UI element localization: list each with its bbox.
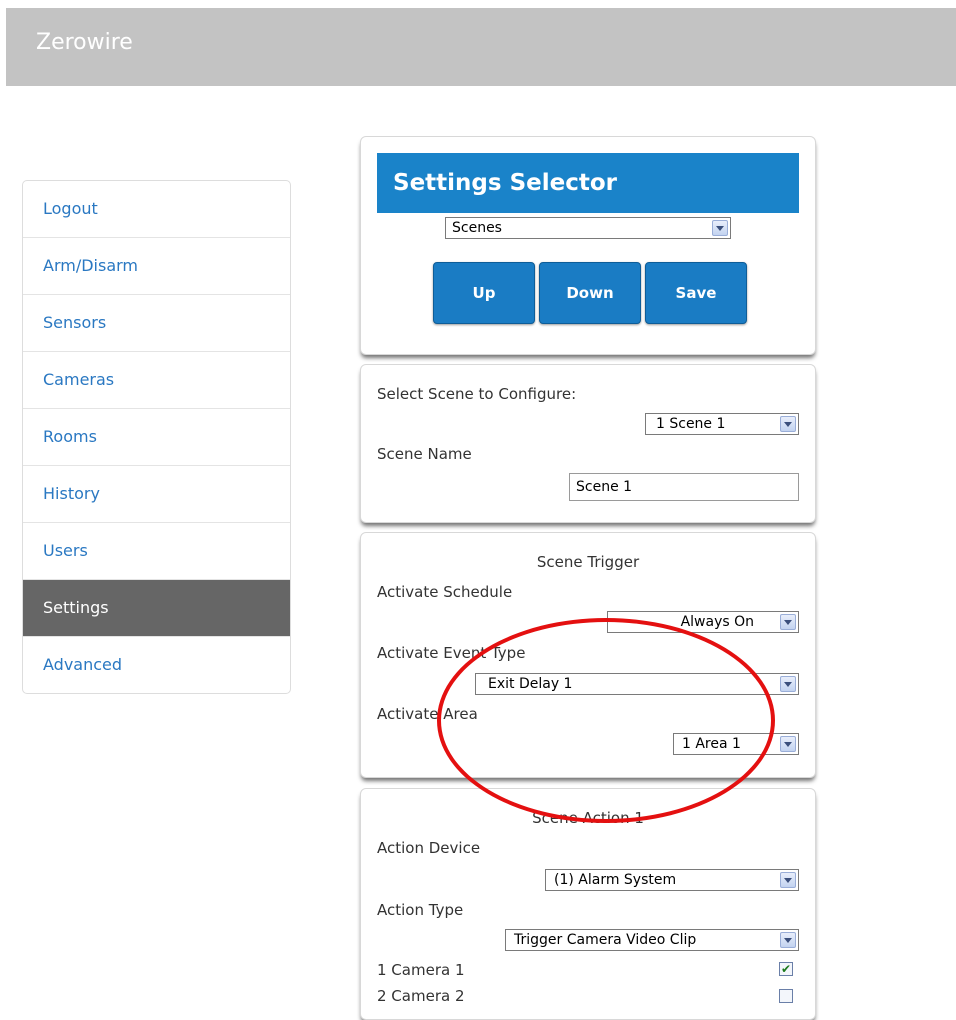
dropdown-arrow-icon [780, 416, 796, 432]
scene-action-heading: Scene Action 1 [532, 809, 644, 827]
activate-event-type-label: Activate Event Type [377, 644, 526, 662]
activate-event-type-value: Exit Delay 1 [488, 676, 573, 692]
activate-area-label: Activate Area [377, 705, 478, 723]
top-bar: Zerowire [6, 8, 956, 86]
activate-schedule-select[interactable]: Always On [607, 611, 799, 633]
camera-2-checkbox[interactable] [779, 989, 793, 1003]
camera-1-checkbox[interactable]: ✔ [779, 962, 793, 976]
sidebar-item-logout[interactable]: Logout [23, 181, 290, 237]
activate-event-type-select[interactable]: Exit Delay 1 [475, 673, 799, 695]
dropdown-arrow-icon [780, 932, 796, 948]
activate-area-value: 1 Area 1 [682, 736, 741, 752]
settings-selector-title: Settings Selector [377, 153, 799, 213]
sidebar-item-users[interactable]: Users [23, 522, 290, 579]
action-device-label: Action Device [377, 839, 481, 857]
scene-name-label: Scene Name [377, 445, 472, 463]
dropdown-arrow-icon [780, 614, 796, 630]
sidebar-item-cameras[interactable]: Cameras [23, 351, 290, 408]
sidebar-item-settings[interactable]: Settings [23, 579, 290, 636]
sidebar-item-arm-disarm[interactable]: Arm/Disarm [23, 237, 290, 294]
action-type-label: Action Type [377, 901, 464, 919]
scene-config-panel: Select Scene to Configure: 1 Scene 1 Sce… [360, 364, 816, 523]
scene-select-value: 1 Scene 1 [656, 416, 726, 432]
settings-category-value: Scenes [452, 220, 502, 236]
dropdown-arrow-icon [780, 676, 796, 692]
sidebar-item-history[interactable]: History [23, 465, 290, 522]
sidebar-nav: Logout Arm/Disarm Sensors Cameras Rooms … [22, 180, 291, 694]
dropdown-arrow-icon [780, 872, 796, 888]
action-type-select[interactable]: Trigger Camera Video Clip [505, 929, 799, 951]
action-device-select[interactable]: (1) Alarm System [545, 869, 799, 891]
sidebar-item-sensors[interactable]: Sensors [23, 294, 290, 351]
dropdown-arrow-icon [780, 736, 796, 752]
camera-2-label: 2 Camera 2 [377, 987, 465, 1005]
down-button[interactable]: Down [539, 262, 641, 324]
action-device-value: (1) Alarm System [554, 872, 677, 888]
action-type-value: Trigger Camera Video Clip [514, 932, 697, 948]
dropdown-arrow-icon [712, 220, 728, 236]
sidebar-item-advanced[interactable]: Advanced [23, 636, 290, 693]
scene-name-input[interactable]: Scene 1 [569, 473, 799, 501]
sidebar-item-rooms[interactable]: Rooms [23, 408, 290, 465]
scene-select[interactable]: 1 Scene 1 [645, 413, 799, 435]
activate-schedule-value: Always On [680, 614, 754, 630]
scene-trigger-heading: Scene Trigger [536, 553, 640, 571]
scene-trigger-panel: Scene Trigger Activate Schedule Always O… [360, 532, 816, 778]
activate-schedule-label: Activate Schedule [377, 583, 513, 601]
up-button[interactable]: Up [433, 262, 535, 324]
activate-area-select[interactable]: 1 Area 1 [673, 733, 799, 755]
settings-selector-panel: Settings Selector Scenes Up Down Save [360, 136, 816, 355]
scene-action-panel: Scene Action 1 Action Device (1) Alarm S… [360, 788, 816, 1020]
camera-1-label: 1 Camera 1 [377, 961, 465, 979]
select-scene-label: Select Scene to Configure: [377, 385, 577, 403]
brand-title: Zerowire [36, 30, 133, 55]
settings-category-select[interactable]: Scenes [445, 217, 731, 239]
save-button[interactable]: Save [645, 262, 747, 324]
